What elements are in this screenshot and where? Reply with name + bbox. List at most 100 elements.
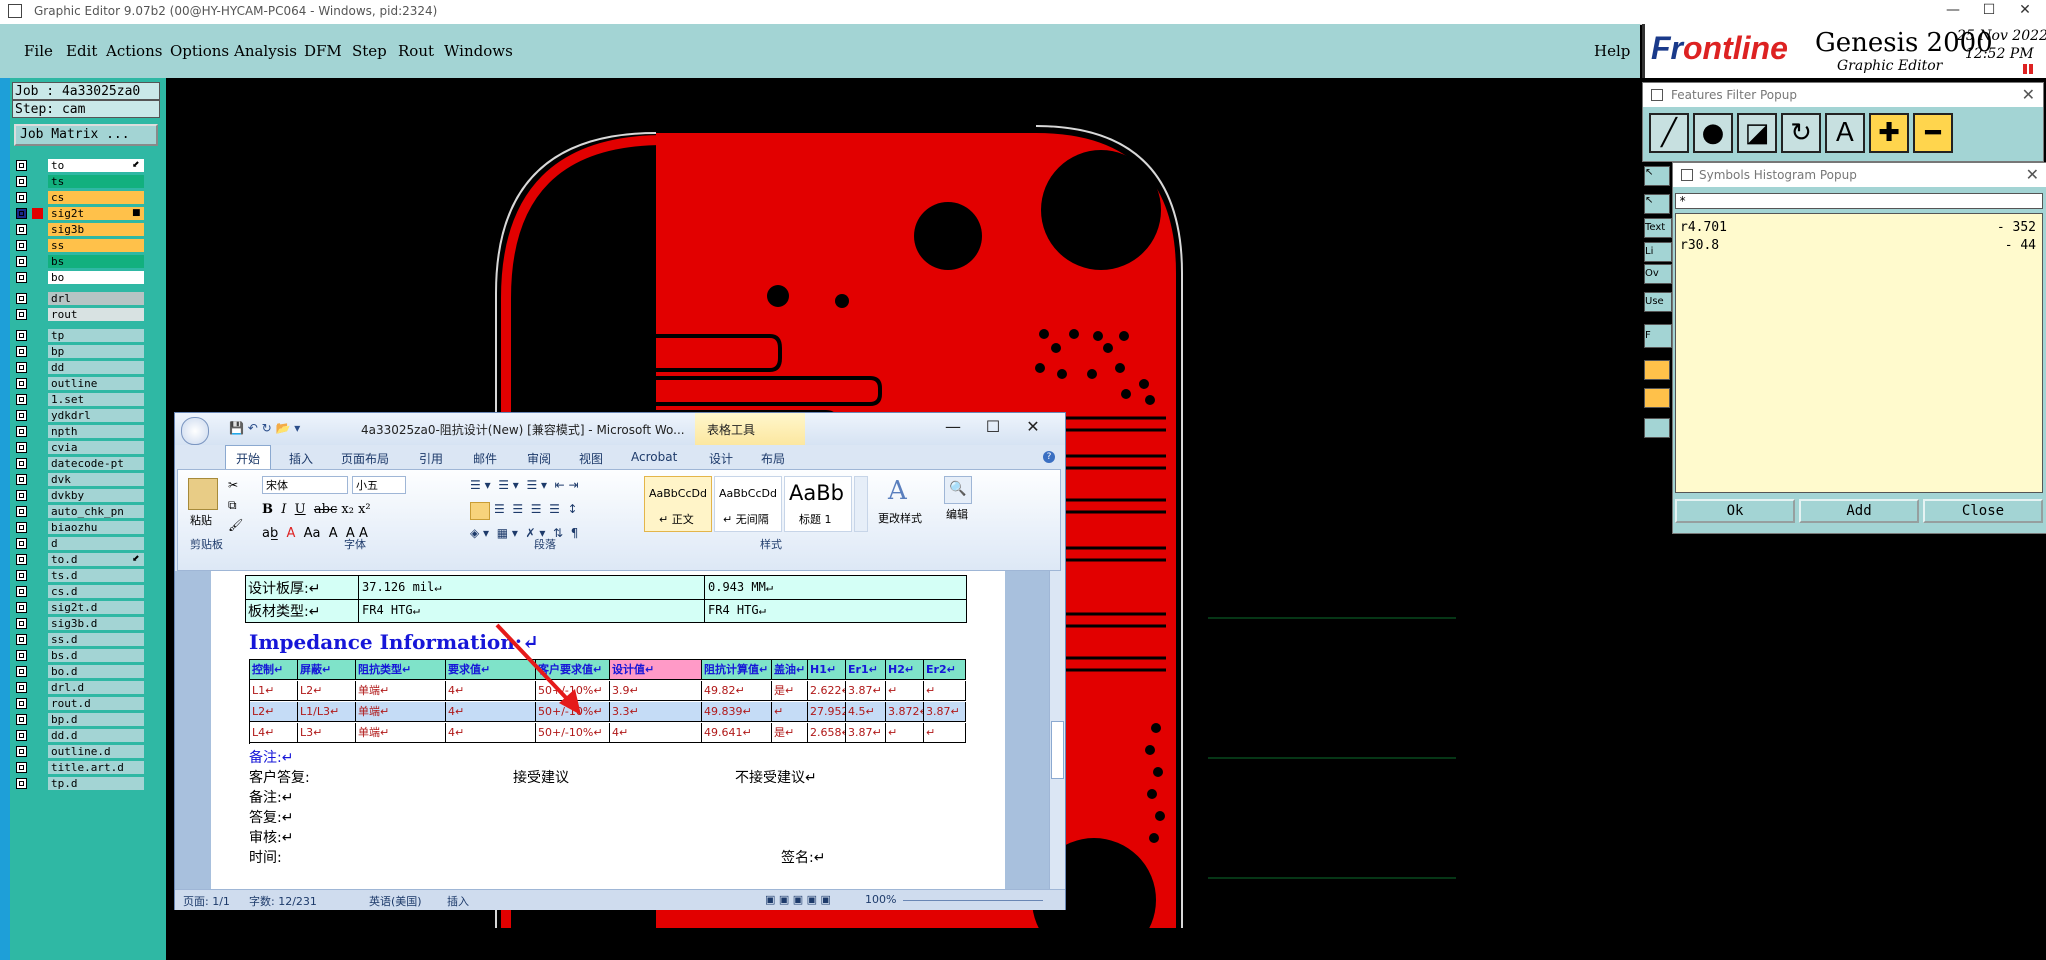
layer-row[interactable]: 1.set (14, 392, 144, 407)
style-heading-1[interactable]: AaBb 标题 1 (784, 476, 852, 532)
layer-display-swatch[interactable] (32, 362, 43, 373)
layer-row[interactable]: drl (14, 291, 144, 306)
table-cell[interactable]: 3.87↵ (846, 723, 886, 743)
bold-italic-underline-icons[interactable]: B I U abc x₂ x² (262, 502, 371, 517)
layer-row[interactable]: bp.d (14, 712, 144, 727)
layer-checkbox[interactable] (16, 746, 27, 757)
tab-insert[interactable]: 插入 (289, 450, 313, 467)
status-language[interactable]: 英语(美国) (369, 893, 422, 909)
close-button[interactable]: Close (1923, 499, 2043, 523)
office-button-icon[interactable] (181, 417, 209, 445)
layer-display-swatch[interactable] (32, 586, 43, 597)
table-header-cell[interactable]: Er1↵ (846, 660, 886, 680)
menu-step[interactable]: Step (352, 42, 387, 60)
style-no-spacing[interactable]: AaBbCcDd ↵ 无间隔 (714, 476, 782, 532)
layer-display-swatch[interactable] (32, 650, 43, 661)
table-cell[interactable]: L1↵ (250, 681, 298, 701)
tab-review[interactable]: 审阅 (527, 450, 551, 467)
layer-checkbox[interactable] (16, 554, 27, 565)
layer-display-swatch[interactable] (32, 272, 43, 283)
table-cell[interactable]: 2.622↵ (808, 681, 846, 701)
layer-display-swatch[interactable] (32, 682, 43, 693)
list-item[interactable]: r30.8 - 44 (1680, 238, 2036, 253)
status-page[interactable]: 页面: 1/1 (183, 893, 230, 909)
table-cell[interactable]: L2↵ (250, 702, 298, 722)
layer-row[interactable]: to.d⬋ (14, 552, 144, 567)
layer-display-swatch[interactable] (32, 176, 43, 187)
table-cell[interactable]: ↵ (924, 723, 966, 743)
change-styles-button[interactable]: 更改样式 (878, 510, 922, 526)
table-header-cell[interactable]: 盖油↵ (772, 660, 808, 680)
table-cell[interactable]: 4↵ (610, 723, 702, 743)
job-matrix-button[interactable]: Job Matrix ... (14, 124, 158, 146)
status-insert[interactable]: 插入 (447, 893, 469, 909)
layer-checkbox[interactable] (16, 698, 27, 709)
positive-filter-icon[interactable]: ✚ (1869, 113, 1909, 153)
zoom-slider[interactable] (903, 900, 1043, 901)
menu-options[interactable]: Options (170, 42, 229, 60)
ok-button[interactable]: Ok (1675, 499, 1795, 523)
layer-checkbox[interactable] (16, 330, 27, 341)
layer-display-swatch[interactable] (32, 762, 43, 773)
layer-row[interactable]: cvia (14, 440, 144, 455)
quick-access-icons[interactable]: 💾 ↶ ↻ 📂 ▾ (229, 421, 300, 435)
cut-icon[interactable]: ✂ (228, 478, 238, 492)
tab-mailings[interactable]: 邮件 (473, 450, 497, 467)
tab-design[interactable]: 设计 (709, 450, 733, 467)
peek-swatch-1[interactable] (1644, 360, 1670, 380)
table-cell[interactable]: 4↵ (446, 723, 536, 743)
menu-actions[interactable]: Actions (106, 42, 162, 60)
find-icon[interactable]: 🔍 (944, 476, 972, 504)
layer-checkbox[interactable] (16, 256, 27, 267)
arc-filter-icon[interactable]: ↻ (1781, 113, 1821, 153)
list-icons[interactable]: ☰ ▾ ☰ ▾ ☰ ▾ ⇤ ⇥ (470, 478, 579, 492)
layer-display-swatch[interactable] (32, 224, 43, 235)
layer-row[interactable]: outline.d (14, 744, 144, 759)
layer-display-swatch[interactable] (32, 778, 43, 789)
copy-icon[interactable]: ⧉ (228, 498, 237, 513)
layer-checkbox[interactable] (16, 272, 27, 283)
layer-checkbox[interactable] (16, 309, 27, 320)
table-cell[interactable]: L1/L3↵ (298, 702, 356, 722)
table-header-cell[interactable]: 控制↵ (250, 660, 298, 680)
tab-view[interactable]: 视图 (579, 450, 603, 467)
layer-row[interactable]: dd.d (14, 728, 144, 743)
layer-checkbox[interactable] (16, 666, 27, 677)
layer-row[interactable]: bp (14, 344, 144, 359)
layer-checkbox[interactable] (16, 378, 27, 389)
layer-checkbox[interactable] (16, 602, 27, 613)
layer-display-swatch[interactable] (32, 714, 43, 725)
table-cell[interactable]: ↵ (886, 723, 924, 743)
table-cell[interactable]: 4.5↵ (846, 702, 886, 722)
layer-row[interactable]: ts (14, 174, 144, 189)
layer-checkbox[interactable] (16, 160, 27, 171)
layer-display-swatch[interactable] (32, 378, 43, 389)
tab-table-layout[interactable]: 布局 (761, 450, 785, 467)
symbols-histogram-close-icon[interactable]: ✕ (2026, 165, 2039, 184)
layer-row[interactable]: sig3b.d (14, 616, 144, 631)
align-icons[interactable]: ☰ ☰ ☰ ☰ ↕ (494, 502, 578, 516)
layer-display-swatch[interactable] (32, 570, 43, 581)
layer-checkbox[interactable] (16, 650, 27, 661)
layer-checkbox[interactable] (16, 762, 27, 773)
layer-row[interactable]: ss (14, 238, 144, 253)
view-mode-icons[interactable]: ▣ ▣ ▣ ▣ ▣ (765, 893, 831, 906)
layer-row[interactable]: bo.d (14, 664, 144, 679)
layer-row[interactable]: cs.d (14, 584, 144, 599)
layer-display-swatch[interactable] (32, 309, 43, 320)
status-words[interactable]: 字数: 12/231 (249, 893, 317, 909)
layer-checkbox[interactable] (16, 192, 27, 203)
layer-display-swatch[interactable] (32, 160, 43, 171)
list-item[interactable]: r4.701 - 352 (1680, 220, 2036, 235)
layer-checkbox[interactable] (16, 442, 27, 453)
peek-swatch-2[interactable] (1644, 388, 1670, 408)
maximize-icon[interactable]: ☐ (1972, 2, 2006, 18)
menu-analysis[interactable]: Analysis (234, 42, 297, 60)
layer-row[interactable]: dvk (14, 472, 144, 487)
symbol-filter-input[interactable]: * (1675, 193, 2043, 209)
layer-checkbox[interactable] (16, 586, 27, 597)
table-cell[interactable]: 单端↵ (356, 702, 446, 722)
layer-row[interactable]: tp (14, 328, 144, 343)
table-cell[interactable]: 50+/-10%↵ (536, 723, 610, 743)
layer-checkbox[interactable] (16, 346, 27, 357)
